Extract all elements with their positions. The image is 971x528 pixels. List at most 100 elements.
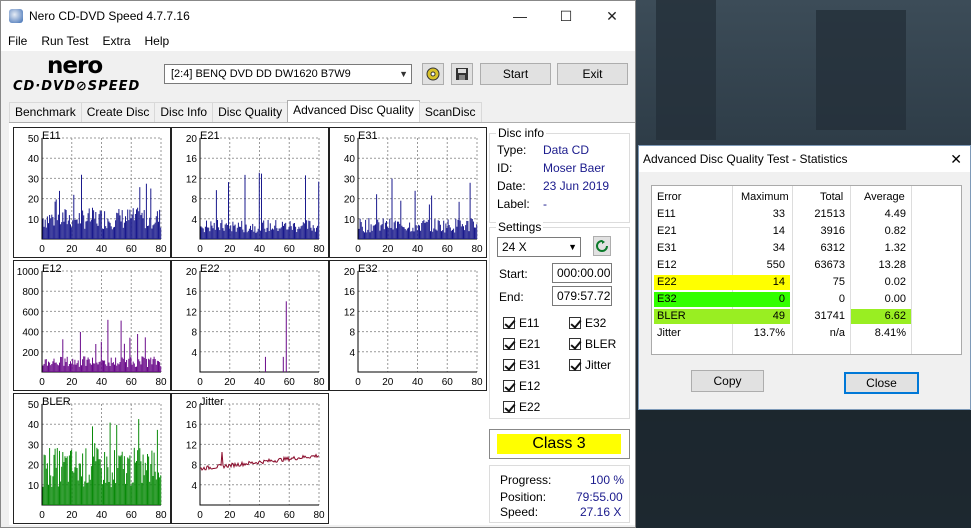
save-button[interactable] <box>451 63 473 85</box>
header-average: Average <box>864 191 905 203</box>
tab-create-disc[interactable]: Create Disc <box>80 102 156 122</box>
position-value: 79:55.00 <box>576 490 623 504</box>
tab-disc-info[interactable]: Disc Info <box>154 102 214 122</box>
y-tick-label: 12 <box>186 174 198 185</box>
x-tick-label: 80 <box>313 510 325 521</box>
cell-maximum: 49 <box>772 310 785 322</box>
statistics-row: BLER 49 31741 6.62 <box>652 309 961 325</box>
toolbar: nero CD·DVD⊘SPEED [2:4] BENQ DVD DD DW16… <box>1 51 635 99</box>
refresh-speed-button[interactable] <box>593 236 611 256</box>
x-tick-label: 40 <box>96 244 108 255</box>
checkbox-bler[interactable]: BLER <box>569 337 616 351</box>
y-tick-label: 20 <box>344 267 356 278</box>
close-dialog-button[interactable]: Close <box>844 372 919 394</box>
y-tick-label: 8 <box>191 195 197 206</box>
x-tick-label: 20 <box>224 377 236 388</box>
checkbox-e32[interactable]: E32 <box>569 316 606 330</box>
y-tick-label: 16 <box>186 287 198 298</box>
y-tick-label: 4 <box>191 215 197 226</box>
graph-jitter: 20 16 12 8 4 0 20 40 60 80 Jitter <box>171 393 329 524</box>
cell-total: 21513 <box>814 208 845 220</box>
cell-maximum: 34 <box>772 242 785 254</box>
statistics-row: E12 550 63673 13.28 <box>652 258 961 274</box>
maximize-button[interactable]: ☐ <box>543 1 589 31</box>
x-tick-label: 20 <box>66 244 78 255</box>
checkbox-e12[interactable]: E12 <box>503 379 540 393</box>
advanced-disc-quality-panel: 50 40 30 20 10 0 20 40 60 80 E11 20 16 12 8 4 0 20 40 60 80 E… <box>9 122 635 525</box>
cell-total: 0 <box>838 293 845 305</box>
close-button[interactable]: ✕ <box>589 1 635 31</box>
disc-label-label: Label: <box>497 197 530 211</box>
graph-e32: 20 16 12 8 4 0 20 40 60 80 E32 <box>329 260 487 391</box>
x-tick-label: 40 <box>96 377 108 388</box>
minimize-button[interactable]: — <box>497 1 543 31</box>
disc-type-value: Data CD <box>543 143 590 157</box>
progress-value: 100 % <box>590 473 625 487</box>
y-tick-label: 4 <box>349 348 355 359</box>
menu-extra[interactable]: Extra <box>95 34 137 48</box>
drive-select[interactable]: [2:4] BENQ DVD DD DW1620 B7W9 ▼ <box>164 64 412 84</box>
start-button[interactable]: Start <box>480 63 551 85</box>
end-time-input[interactable]: 079:57.72 <box>552 286 612 306</box>
x-tick-label: 60 <box>442 244 454 255</box>
disc-id-value: Moser Baer <box>543 161 606 175</box>
checkbox-e31[interactable]: E31 <box>503 358 540 372</box>
menu-run-test[interactable]: Run Test <box>34 34 95 48</box>
graph-label: E31 <box>358 130 378 142</box>
y-tick-label: 20 <box>28 195 40 206</box>
checkbox-jitter[interactable]: Jitter <box>569 358 611 372</box>
disc-date-label: Date: <box>497 179 526 193</box>
cell-error: E21 <box>657 225 677 237</box>
cell-error: E11 <box>657 208 676 220</box>
x-tick-label: 0 <box>355 244 361 255</box>
x-tick-label: 0 <box>39 377 45 388</box>
x-tick-label: 20 <box>66 510 78 521</box>
x-tick-label: 0 <box>197 377 203 388</box>
cell-total: 75 <box>832 276 845 288</box>
cell-maximum: 13.7% <box>753 327 785 339</box>
x-tick-label: 60 <box>442 377 454 388</box>
menu-file[interactable]: File <box>1 34 34 48</box>
statistics-row: E31 34 6312 1.32 <box>652 241 961 257</box>
cell-error: Jitter <box>657 327 681 339</box>
disc-eject-button[interactable] <box>422 63 444 85</box>
statistics-close-icon[interactable]: ✕ <box>950 151 962 168</box>
statistics-header: Error Maximum Total Average <box>652 190 961 206</box>
speed-select[interactable]: 24 X ▼ <box>497 237 581 257</box>
cell-maximum: 33 <box>772 208 785 220</box>
header-maximum: Maximum <box>741 191 789 203</box>
graph-label: BLER <box>42 396 71 408</box>
tab-benchmark[interactable]: Benchmark <box>9 102 82 122</box>
checkbox-e11[interactable]: E11 <box>503 316 539 330</box>
tab-disc-quality[interactable]: Disc Quality <box>212 102 289 122</box>
start-time-input[interactable]: 000:00.00 <box>552 263 612 283</box>
speed-value: 27.16 X <box>580 505 622 519</box>
chevron-down-icon: ▼ <box>399 69 408 79</box>
checkbox-e22[interactable]: E22 <box>503 400 540 414</box>
copy-button[interactable]: Copy <box>691 370 764 392</box>
y-tick-label: 8 <box>349 328 355 339</box>
y-tick-label: 20 <box>344 195 356 206</box>
x-tick-label: 60 <box>126 377 138 388</box>
progress-label: Progress: <box>500 473 552 487</box>
statistics-title-bar: Advanced Disc Quality Test - Statistics … <box>639 146 970 172</box>
graph-e31: 50 40 30 20 10 0 20 40 60 80 E31 <box>329 127 487 258</box>
y-tick-label: 20 <box>186 134 198 145</box>
cell-total: 6312 <box>820 242 845 254</box>
y-tick-label: 20 <box>186 267 198 278</box>
exit-button[interactable]: Exit <box>557 63 628 85</box>
tab-advanced-disc-quality[interactable]: Advanced Disc Quality <box>287 100 420 122</box>
menu-help[interactable]: Help <box>138 34 177 48</box>
x-tick-label: 20 <box>66 377 78 388</box>
x-tick-label: 80 <box>313 244 325 255</box>
x-tick-label: 20 <box>382 244 394 255</box>
cell-error: BLER <box>657 310 686 322</box>
y-tick-label: 50 <box>28 400 40 411</box>
x-tick-label: 40 <box>254 377 266 388</box>
y-tick-label: 30 <box>28 174 40 185</box>
tab-scandisc[interactable]: ScanDisc <box>418 102 482 122</box>
x-tick-label: 80 <box>471 244 483 255</box>
y-tick-label: 10 <box>344 215 356 226</box>
start-label: Start: <box>499 267 528 281</box>
checkbox-e21[interactable]: E21 <box>503 337 540 351</box>
